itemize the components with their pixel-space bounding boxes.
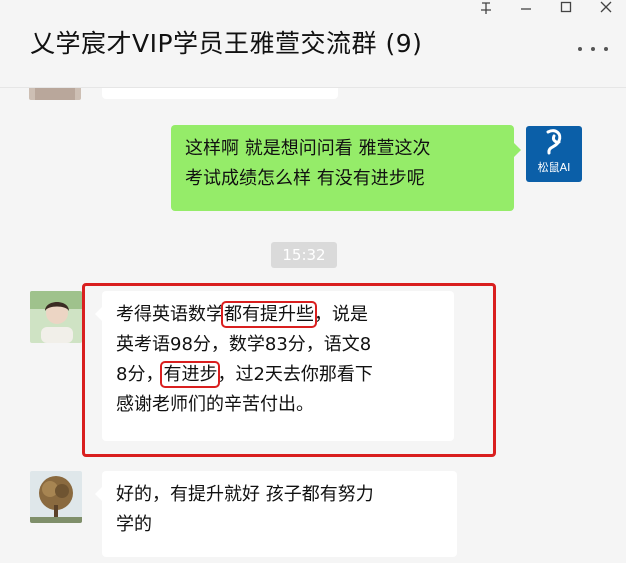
contact-avatar[interactable] xyxy=(29,88,81,100)
close-icon[interactable] xyxy=(586,0,626,18)
highlighted-phrase: 都有提升些 xyxy=(221,301,317,328)
message-text: 好的，有提升就好 孩子都有努力 xyxy=(116,484,374,505)
window-controls xyxy=(466,0,626,18)
pin-icon[interactable] xyxy=(466,0,506,18)
message-text: 这样啊 就是想问问看 雅萱这次 xyxy=(185,138,431,159)
message-line: 8分，有进步，过2天去你那看下 xyxy=(116,360,440,390)
outgoing-message-bubble[interactable]: 这样啊 就是想问问看 雅萱这次 考试成绩怎么样 有没有进步呢 xyxy=(171,125,521,211)
message-line: 考得英语数学都有提升些，说是 xyxy=(116,300,440,330)
message-text: 学的 xyxy=(116,514,152,535)
squirrel-logo-icon xyxy=(546,129,562,155)
avatar-label: 松鼠AI xyxy=(537,161,571,174)
message-text: ，说是 xyxy=(314,304,368,325)
contact-avatar[interactable] xyxy=(30,471,82,523)
maximize-icon[interactable] xyxy=(546,0,586,18)
incoming-message-bubble[interactable]: 考得英语数学都有提升些，说是 英考语98分，数学83分，语文8 8分，有进步，过… xyxy=(95,291,454,441)
minimize-icon[interactable] xyxy=(506,0,546,18)
message-timestamp: 15:32 xyxy=(271,242,337,268)
chat-title: 乂学宸才VIP学员王雅萱交流群 (9) xyxy=(30,29,423,58)
contact-avatar[interactable] xyxy=(30,291,82,343)
incoming-message-bubble[interactable]: 好的，有提升就好 孩子都有努力 学的 xyxy=(95,471,457,557)
message-text: 英考语98分，数学83分，语文8 xyxy=(116,334,372,355)
message-text: 感谢老师们的辛苦付出。 xyxy=(116,394,314,415)
message-text: ，过2天去你那看下 xyxy=(217,364,373,385)
highlighted-phrase: 有进步 xyxy=(160,361,221,388)
my-avatar[interactable]: 松鼠AI xyxy=(526,126,582,182)
message-text: 考试成绩怎么样 有没有进步呢 xyxy=(185,168,425,189)
message-list[interactable]: 这样啊 就是想问问看 雅萱这次 考试成绩怎么样 有没有进步呢 松鼠AI 15:3… xyxy=(0,88,626,563)
message-text: 考得英语数学 xyxy=(116,304,224,325)
title-bar: 乂学宸才VIP学员王雅萱交流群 (9) xyxy=(0,0,626,88)
message-text: 8分， xyxy=(116,364,164,385)
more-options-icon[interactable] xyxy=(576,42,610,56)
message-bubble[interactable] xyxy=(102,88,338,99)
